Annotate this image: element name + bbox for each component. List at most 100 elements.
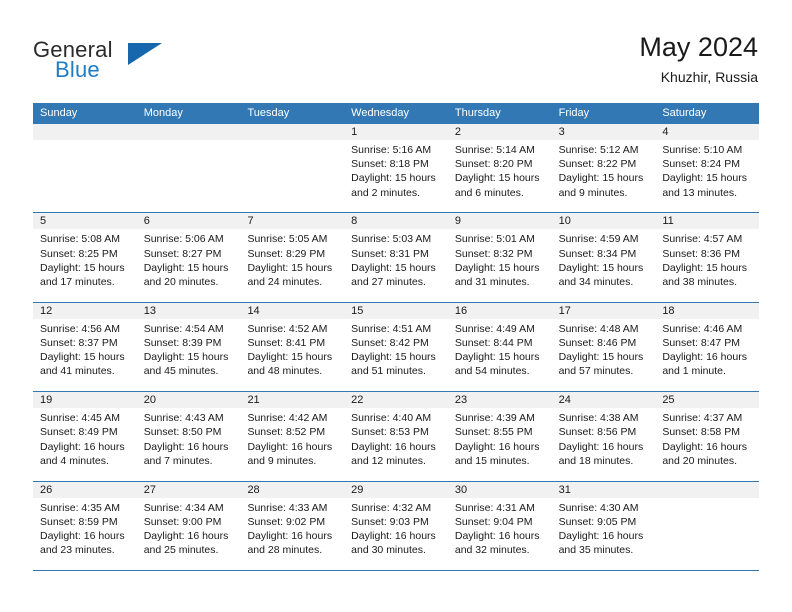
calendar-day-cell[interactable]: 20 Sunrise: 4:43 AM Sunset: 8:50 PM Dayligh…: [136, 392, 241, 481]
day-info: Sunrise: 4:57 AM Sunset: 8:36 PM Daylight:…: [655, 229, 759, 289]
daylight-text-line1: Daylight: 16 hours: [40, 529, 125, 542]
day-number: 10: [558, 215, 571, 228]
calendar-day-cell[interactable]: 3 Sunrise: 5:12 AM Sunset: 8:22 PM Daylight…: [551, 124, 656, 213]
daylight-text-line2: and 9 minutes.: [558, 186, 628, 199]
daylight-text-line1: Daylight: 16 hours: [662, 351, 747, 364]
day-number-bar: 17: [551, 302, 656, 319]
daylight-text-line1: Daylight: 16 hours: [662, 440, 747, 453]
sunset-text: Sunset: 8:32 PM: [454, 247, 533, 260]
calendar-day-cell[interactable]: 15 Sunrise: 4:51 AM Sunset: 8:42 PM Dayligh…: [344, 302, 448, 392]
calendar-day-cell[interactable]: 7 Sunrise: 5:05 AM Sunset: 8:29 PM Daylight…: [240, 213, 345, 302]
calendar-day-cell[interactable]: 27 Sunrise: 4:34 AM Sunset: 9:00 PM Dayligh…: [136, 481, 241, 570]
daylight-text-line1: Daylight: 16 hours: [558, 440, 644, 453]
calendar-day-cell[interactable]: 26 Sunrise: 4:35 AM Sunset: 8:59 PM Dayligh…: [33, 481, 137, 570]
day-number: 22: [351, 394, 364, 407]
daylight-text-line1: Daylight: 15 hours: [247, 351, 333, 364]
day-number: 18: [662, 304, 675, 317]
day-number: 7: [247, 215, 254, 228]
day-number: 6: [143, 215, 150, 228]
brand-name-blue: Blue: [55, 57, 100, 82]
sunset-text: Sunset: 9:02 PM: [247, 515, 326, 528]
calendar-day-cell[interactable]: 19 Sunrise: 4:45 AM Sunset: 8:49 PM Dayligh…: [33, 392, 137, 481]
calendar-day-cell[interactable]: 21 Sunrise: 4:42 AM Sunset: 8:52 PM Dayligh…: [240, 392, 345, 481]
sunset-text: Sunset: 8:36 PM: [662, 247, 740, 260]
sunrise-text: Sunrise: 5:16 AM: [351, 144, 432, 156]
calendar-day-cell[interactable]: 12 Sunrise: 4:56 AM Sunset: 8:37 PM Dayligh…: [33, 302, 137, 392]
daylight-text-line2: and 25 minutes.: [143, 544, 219, 557]
brand-logo[interactable]: General Blue: [33, 37, 243, 89]
daylight-text-line2: and 30 minutes.: [351, 544, 426, 557]
sunrise-text: Sunrise: 4:56 AM: [40, 322, 120, 335]
calendar-day-cell[interactable]: 24 Sunrise: 4:38 AM Sunset: 8:56 PM Dayligh…: [551, 392, 656, 481]
sunset-text: Sunset: 8:29 PM: [247, 247, 326, 260]
weekday-header-tuesday: Tuesday: [247, 107, 290, 119]
sunset-text: Sunset: 8:31 PM: [351, 247, 429, 260]
calendar-day-cell-empty: [33, 124, 137, 213]
daylight-text-line1: Daylight: 16 hours: [247, 440, 333, 453]
day-number: 24: [558, 394, 571, 407]
calendar-day-cell[interactable]: 16 Sunrise: 4:49 AM Sunset: 8:44 PM Dayligh…: [447, 302, 552, 392]
calendar-day-cell[interactable]: 29 Sunrise: 4:32 AM Sunset: 9:03 PM Dayligh…: [344, 481, 448, 570]
daylight-text-line2: and 4 minutes.: [40, 454, 109, 467]
day-number: 3: [558, 126, 565, 138]
day-info: Sunrise: 4:33 AM Sunset: 9:02 PM Daylight:…: [240, 498, 344, 558]
sunset-text: Sunset: 9:04 PM: [454, 515, 533, 528]
calendar-week-row: 5 Sunrise: 5:08 AM Sunset: 8:25 PM Daylight…: [33, 213, 760, 303]
day-number: 19: [40, 394, 53, 407]
daylight-text-line1: Daylight: 15 hours: [351, 172, 436, 185]
daylight-text-line1: Daylight: 15 hours: [558, 172, 644, 185]
calendar-day-cell[interactable]: 5 Sunrise: 5:08 AM Sunset: 8:25 PM Daylight…: [33, 213, 137, 302]
day-number-bar: 12: [33, 302, 137, 319]
calendar-day-cell[interactable]: 6 Sunrise: 5:06 AM Sunset: 8:27 PM Daylight…: [136, 213, 241, 302]
day-info: Sunrise: 4:32 AM Sunset: 9:03 PM Daylight:…: [344, 498, 448, 558]
calendar-day-cell[interactable]: 2 Sunrise: 5:14 AM Sunset: 8:20 PM Daylight…: [447, 124, 552, 213]
calendar-day-cell[interactable]: 23 Sunrise: 4:39 AM Sunset: 8:55 PM Dayligh…: [447, 392, 552, 481]
sunrise-text: Sunrise: 4:52 AM: [247, 322, 328, 335]
weekday-header-sunday: Sunday: [40, 107, 78, 119]
day-info: Sunrise: 5:14 AM Sunset: 8:20 PM Daylight:…: [448, 140, 552, 200]
calendar-day-cell[interactable]: 22 Sunrise: 4:40 AM Sunset: 8:53 PM Dayligh…: [344, 392, 448, 481]
calendar-day-cell[interactable]: 28 Sunrise: 4:33 AM Sunset: 9:02 PM Dayligh…: [240, 481, 345, 570]
calendar-day-cell[interactable]: 17 Sunrise: 4:48 AM Sunset: 8:46 PM Dayligh…: [551, 302, 656, 392]
calendar-day-cell[interactable]: 18 Sunrise: 4:46 AM Sunset: 8:47 PM Dayligh…: [655, 302, 760, 392]
sunset-text: Sunset: 9:05 PM: [558, 515, 637, 528]
day-info: Sunrise: 5:16 AM Sunset: 8:18 PM Daylight:…: [344, 140, 448, 200]
calendar-day-cell[interactable]: 25 Sunrise: 4:37 AM Sunset: 8:58 PM Dayligh…: [655, 392, 760, 481]
daylight-text-line1: Daylight: 16 hours: [40, 440, 125, 453]
sunrise-text: Sunrise: 4:38 AM: [558, 412, 639, 425]
sunset-text: Sunset: 8:37 PM: [40, 336, 118, 349]
day-number-bar: [33, 124, 137, 140]
calendar-day-cell[interactable]: 30 Sunrise: 4:31 AM Sunset: 9:04 PM Dayligh…: [447, 481, 552, 570]
weekday-header-saturday: Saturday: [662, 107, 707, 119]
sunrise-text: Sunrise: 4:33 AM: [247, 501, 328, 514]
calendar-day-cell[interactable]: 13 Sunrise: 4:54 AM Sunset: 8:39 PM Dayligh…: [136, 302, 241, 392]
sunrise-text: Sunrise: 4:46 AM: [662, 322, 743, 335]
day-number: 9: [454, 215, 461, 228]
triangle-logo-icon: [128, 43, 162, 65]
day-number-bar: 8: [344, 213, 448, 230]
sunrise-text: Sunrise: 4:31 AM: [454, 501, 535, 514]
sunset-text: Sunset: 8:24 PM: [662, 158, 740, 171]
day-info: Sunrise: 5:01 AM Sunset: 8:32 PM Daylight:…: [448, 229, 552, 289]
calendar-day-cell[interactable]: 10 Sunrise: 4:59 AM Sunset: 8:34 PM Dayligh…: [551, 213, 656, 302]
daylight-text-line2: and 41 minutes.: [40, 365, 115, 378]
day-number-bar: 27: [136, 481, 241, 498]
sunrise-text: Sunrise: 4:37 AM: [662, 412, 743, 425]
calendar-day-cell[interactable]: 9 Sunrise: 5:01 AM Sunset: 8:32 PM Daylight…: [447, 213, 552, 302]
calendar-day-cell[interactable]: 11 Sunrise: 4:57 AM Sunset: 8:36 PM Dayligh…: [655, 213, 760, 302]
sunrise-text: Sunrise: 4:34 AM: [143, 501, 224, 514]
calendar-day-cell[interactable]: 4 Sunrise: 5:10 AM Sunset: 8:24 PM Daylight…: [655, 124, 760, 213]
sunrise-text: Sunrise: 4:59 AM: [558, 233, 639, 246]
calendar-day-cell[interactable]: 1 Sunrise: 5:16 AM Sunset: 8:18 PM Daylight…: [344, 124, 448, 213]
calendar-day-cell[interactable]: 14 Sunrise: 4:52 AM Sunset: 8:41 PM Dayligh…: [240, 302, 345, 392]
day-number: 29: [351, 483, 364, 496]
sunset-text: Sunset: 8:27 PM: [143, 247, 222, 260]
calendar-day-cell[interactable]: 31 Sunrise: 4:30 AM Sunset: 9:05 PM Dayligh…: [551, 481, 656, 570]
sunrise-text: Sunrise: 4:48 AM: [558, 322, 639, 335]
calendar-week-row: 26 Sunrise: 4:35 AM Sunset: 8:59 PM Dayligh…: [33, 481, 760, 571]
daylight-text-line2: and 20 minutes.: [662, 454, 738, 467]
day-number-bar: 16: [447, 302, 552, 319]
sunrise-text: Sunrise: 4:30 AM: [558, 501, 639, 514]
sunset-text: Sunset: 8:44 PM: [454, 336, 533, 349]
calendar-day-cell[interactable]: 8 Sunrise: 5:03 AM Sunset: 8:31 PM Daylight…: [344, 213, 448, 302]
